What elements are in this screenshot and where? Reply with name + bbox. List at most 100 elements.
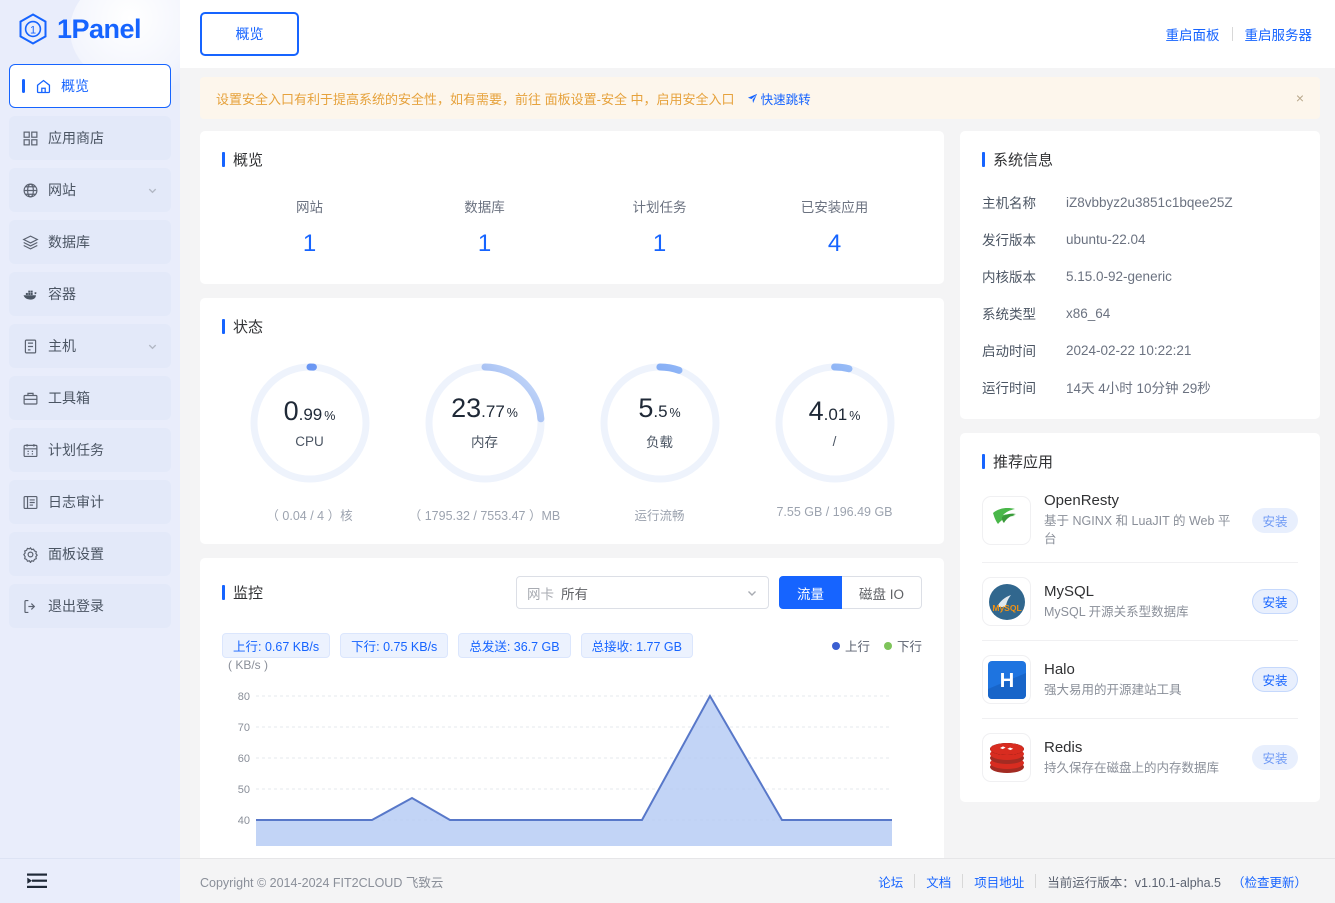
calendar-icon [23, 443, 38, 457]
globe-icon [23, 183, 38, 197]
app-meta: OpenResty 基于 NGINX 和 LuaJIT 的 Web 平台 [1044, 492, 1239, 548]
stat-value: 4 [827, 230, 842, 257]
gauge-center: 4.01% / [771, 359, 899, 487]
restart-panel-button[interactable]: 重启面板 [1166, 24, 1220, 44]
info-value: 14天 4小时 10分钟 29秒 [1066, 381, 1211, 396]
app-row-redis[interactable]: Redis 持久保存在磁盘上的内存数据库 安装 [982, 719, 1298, 796]
info-value: 2024-02-22 10:22:21 [1066, 342, 1192, 358]
tab-traffic[interactable]: 流量 [778, 576, 842, 609]
sidebar-item-logs[interactable]: 日志审计 [9, 480, 171, 524]
gauge-unit: % [506, 406, 518, 420]
traffic-chart-svg: 80 70 60 50 40 [238, 691, 892, 846]
topbar-actions: 重启面板 重启服务器 [1166, 24, 1313, 44]
log-icon [23, 495, 38, 509]
info-row-hostname: 主机名称 iZ8vbbyz2u3851c1bqee25Z [982, 192, 1298, 212]
app-row-halo[interactable]: H Halo 强大易用的开源建站工具 安装 [982, 641, 1298, 720]
status-title-row: 状态 [222, 316, 922, 337]
collapse-menu-icon[interactable] [27, 873, 47, 889]
gauge-sub: （ 1795.32 / 7553.47 ）MB [408, 509, 561, 523]
gauge-value: 0.99% [284, 397, 336, 425]
tab-overview[interactable]: 概览 [200, 12, 299, 56]
app-desc: MySQL 开源关系型数据库 [1044, 604, 1189, 619]
sidebar-item-website[interactable]: 网站 [9, 168, 171, 212]
sidebar-item-container[interactable]: 容器 [9, 272, 171, 316]
page-footer: Copyright © 2014-2024 FIT2CLOUD 飞致云 论坛 文… [180, 858, 1335, 903]
forum-link[interactable]: 论坛 [878, 872, 903, 891]
info-row-kernel: 内核版本 5.15.0-92-generic [982, 266, 1298, 286]
sidebar-item-label: 工具箱 [48, 390, 90, 406]
sidebar-item-label: 面板设置 [48, 546, 104, 562]
sidebar-item-host[interactable]: 主机 [9, 324, 171, 368]
topbar: 概览 重启面板 重启服务器 [180, 0, 1335, 68]
info-key: 发行版本 [982, 233, 1036, 248]
sidebar-item-label: 主机 [48, 338, 76, 354]
sidebar-item-cron[interactable]: 计划任务 [9, 428, 171, 472]
tag-total-received: 总接收: 1.77 GB [580, 633, 693, 658]
tab-disk-io[interactable]: 磁盘 IO [841, 576, 922, 609]
legend-item-download[interactable]: 下行 [883, 636, 922, 655]
sidebar-item-database[interactable]: 数据库 [9, 220, 171, 264]
stat-item-cron[interactable]: 计划任务 1 [572, 196, 747, 258]
title-accent-bar [222, 585, 225, 600]
overview-stats: 网站 1 数据库 1 计划任务 1 已安装应用 4 [222, 176, 922, 264]
info-key: 运行时间 [982, 381, 1036, 396]
app-row-mysql[interactable]: MySQL MySQL MySQL 开源关系型数据库 安装 [982, 563, 1298, 642]
gauge-label: CPU [295, 433, 324, 449]
gauge-label: 负载 [646, 435, 673, 450]
legend-item-upload[interactable]: 上行 [831, 636, 870, 655]
project-link[interactable]: 项目地址 [974, 872, 1024, 891]
title-accent-bar [982, 152, 985, 167]
sidebar-item-settings[interactable]: 面板设置 [9, 532, 171, 576]
sidebar-item-logout[interactable]: 退出登录 [9, 584, 171, 628]
brand-logo[interactable]: 1 1Panel [0, 0, 180, 58]
monitor-header: 监控 网卡 所有 流量 磁盘 IO [222, 576, 922, 609]
app-row-openresty[interactable]: OpenResty 基于 NGINX 和 LuaJIT 的 Web 平台 安装 [982, 478, 1298, 564]
gauge-sub: 运行流畅 [634, 509, 685, 523]
sidebar-item-app-store[interactable]: 应用商店 [9, 116, 171, 160]
check-update-link[interactable]: （检查更新） [1232, 872, 1307, 891]
redis-icon [982, 733, 1031, 783]
quick-jump-link[interactable]: 快速跳转 [747, 89, 811, 108]
svg-text:1: 1 [30, 25, 36, 37]
divider [962, 874, 964, 888]
sidebar-item-label: 退出登录 [48, 598, 104, 614]
stat-value: 1 [477, 230, 492, 257]
monitor-title: 监控 [233, 585, 264, 602]
database-icon [22, 234, 39, 250]
sidebar-nav: 概览 应用商店 网站 数据库 容器 主机 工具箱 计划任务 日志审计 面板设置 … [0, 58, 180, 628]
chevron-down-icon [747, 590, 756, 596]
gauge-unit: % [324, 408, 336, 423]
close-icon[interactable]: × [1296, 90, 1304, 106]
restart-server-button[interactable]: 重启服务器 [1245, 24, 1313, 44]
sysinfo-title-row: 系统信息 [982, 149, 1298, 170]
info-value: ubuntu-22.04 [1066, 231, 1146, 247]
divider [914, 874, 916, 888]
1panel-hexagon-icon: 1 [19, 13, 47, 45]
install-button[interactable]: 安装 [1252, 745, 1298, 771]
gauge-ring: 4.01% / [771, 359, 899, 487]
network-interface-select[interactable]: 网卡 所有 [515, 576, 769, 609]
gauge-dec: .01 [823, 404, 848, 424]
sidebar-item-toolbox[interactable]: 工具箱 [9, 376, 171, 420]
gear-icon [23, 546, 38, 563]
title-accent-bar [982, 454, 985, 469]
traffic-tags: 上行: 0.67 KB/s 下行: 0.75 KB/s 总发送: 36.7 GB… [222, 633, 922, 658]
install-button[interactable]: 安装 [1252, 589, 1298, 615]
svg-text:50: 50 [238, 784, 250, 796]
install-button[interactable]: 安装 [1252, 507, 1298, 533]
install-button[interactable]: 安装 [1252, 667, 1298, 693]
stat-item-website[interactable]: 网站 1 [222, 196, 397, 258]
stat-item-database[interactable]: 数据库 1 [397, 196, 572, 258]
docs-link[interactable]: 文档 [926, 872, 951, 891]
gauge-ring: 5.5% 负载 [596, 359, 724, 487]
quick-jump-label: 快速跳转 [760, 92, 811, 107]
gauge-int: 4 [808, 395, 824, 426]
toolbox-icon [23, 392, 38, 405]
divider [1231, 27, 1233, 41]
info-key: 系统类型 [982, 307, 1036, 322]
monitor-title-row: 监控 [222, 582, 263, 603]
sidebar-item-overview[interactable]: 概览 [9, 64, 171, 108]
stat-item-installed-apps[interactable]: 已安装应用 4 [747, 196, 922, 258]
stat-label: 计划任务 [632, 200, 687, 215]
info-row-boot-time: 启动时间 2024-02-22 10:22:21 [982, 340, 1298, 360]
